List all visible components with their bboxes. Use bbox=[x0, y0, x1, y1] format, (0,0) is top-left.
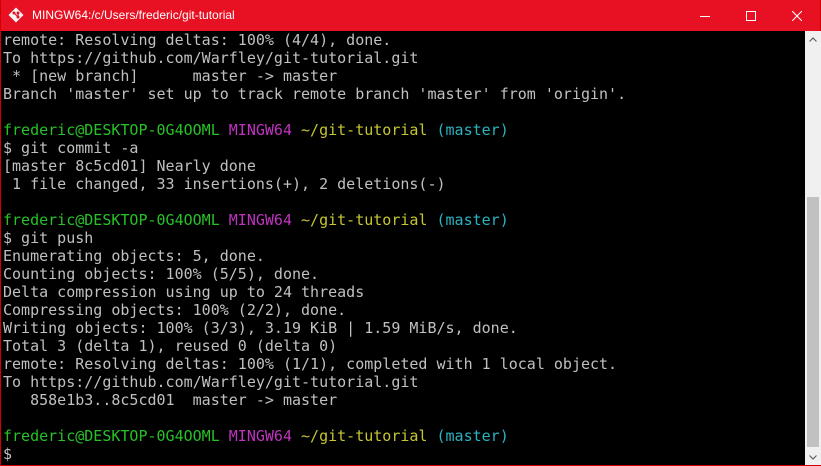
prompt-line: frederic@DESKTOP-0G4OOML MINGW64 ~/git-t… bbox=[3, 211, 803, 229]
close-button[interactable] bbox=[774, 0, 820, 31]
title-bar[interactable]: MINGW64:/c/Users/frederic/git-tutorial bbox=[1, 0, 820, 31]
scroll-down-button[interactable] bbox=[805, 449, 821, 465]
prompt-branch: (master) bbox=[436, 211, 509, 229]
output-line: To https://github.com/Warfley/git-tutori… bbox=[3, 373, 419, 391]
command-line: $ git commit -a bbox=[3, 139, 139, 157]
output-line: 1 file changed, 33 insertions(+), 2 dele… bbox=[3, 175, 446, 193]
git-bash-icon bbox=[8, 7, 24, 23]
chevron-down-icon bbox=[809, 454, 817, 460]
output-line: Compressing objects: 100% (2/2), done. bbox=[3, 301, 347, 319]
output-line: Enumerating objects: 5, done. bbox=[3, 247, 265, 265]
prompt-user-host: frederic@DESKTOP-0G4OOML bbox=[3, 211, 220, 229]
prompt-line: frederic@DESKTOP-0G4OOML MINGW64 ~/git-t… bbox=[3, 427, 803, 445]
output-line: To https://github.com/Warfley/git-tutori… bbox=[3, 49, 419, 67]
window-title: MINGW64:/c/Users/frederic/git-tutorial bbox=[32, 8, 235, 22]
output-line: Branch 'master' set up to track remote b… bbox=[3, 85, 627, 103]
terminal-output[interactable]: remote: Resolving deltas: 100% (4/4), do… bbox=[3, 31, 803, 465]
prompt-branch: (master) bbox=[436, 121, 509, 139]
maximize-button[interactable] bbox=[728, 0, 774, 31]
command-line: $ git push bbox=[3, 229, 94, 247]
maximize-icon bbox=[746, 10, 756, 21]
output-line: remote: Resolving deltas: 100% (1/1), co… bbox=[3, 355, 618, 373]
output-line: Delta compression using up to 24 threads bbox=[3, 283, 365, 301]
terminal-window: MINGW64:/c/Users/frederic/git-tutorial r… bbox=[0, 0, 821, 466]
prompt-shell: MINGW64 bbox=[228, 427, 292, 445]
vertical-scrollbar[interactable] bbox=[805, 31, 821, 465]
input-line[interactable]: $ bbox=[3, 445, 803, 463]
minimize-icon bbox=[700, 15, 710, 17]
prompt-path: ~/git-tutorial bbox=[301, 121, 428, 139]
output-line: * [new branch] master -> master bbox=[3, 67, 338, 85]
prompt-path: ~/git-tutorial bbox=[301, 427, 428, 445]
prompt-user-host: frederic@DESKTOP-0G4OOML bbox=[3, 427, 220, 445]
prompt-shell: MINGW64 bbox=[228, 211, 292, 229]
output-line: 858e1b3..8c5cd01 master -> master bbox=[3, 391, 338, 409]
scroll-thumb[interactable] bbox=[807, 197, 819, 447]
output-line: Total 3 (delta 1), reused 0 (delta 0) bbox=[3, 337, 338, 355]
prompt-symbol: $ bbox=[3, 445, 13, 463]
prompt-shell: MINGW64 bbox=[228, 121, 292, 139]
prompt-user-host: frederic@DESKTOP-0G4OOML bbox=[3, 121, 220, 139]
output-line: Counting objects: 100% (5/5), done. bbox=[3, 265, 320, 283]
prompt-line: frederic@DESKTOP-0G4OOML MINGW64 ~/git-t… bbox=[3, 121, 803, 139]
prompt-path: ~/git-tutorial bbox=[301, 211, 428, 229]
prompt-branch: (master) bbox=[436, 427, 509, 445]
minimize-button[interactable] bbox=[682, 0, 728, 31]
close-icon bbox=[792, 10, 802, 21]
chevron-up-icon bbox=[809, 36, 817, 42]
output-line: [master 8c5cd01] Nearly done bbox=[3, 157, 256, 175]
output-line: Writing objects: 100% (3/3), 3.19 KiB | … bbox=[3, 319, 518, 337]
output-line: remote: Resolving deltas: 100% (4/4), do… bbox=[3, 31, 392, 49]
scroll-up-button[interactable] bbox=[805, 31, 821, 47]
